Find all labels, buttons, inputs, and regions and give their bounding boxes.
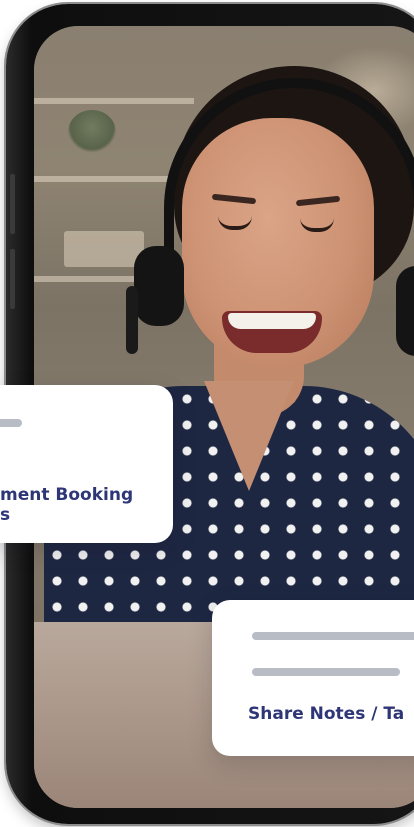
shelf bbox=[34, 98, 194, 104]
share-notes-card: Share Notes / Ta bbox=[212, 600, 414, 756]
share-notes-title: Share Notes / Ta bbox=[248, 704, 405, 724]
headset-microphone bbox=[126, 286, 138, 354]
appointment-booking-card: ment Booking s bbox=[0, 385, 173, 543]
headset-earcup-right bbox=[396, 266, 414, 356]
teeth bbox=[228, 313, 316, 329]
volume-button bbox=[10, 174, 15, 234]
appointment-booking-title: ment Booking bbox=[0, 485, 134, 505]
shelf-boxes bbox=[64, 231, 144, 267]
placeholder-bar bbox=[252, 632, 414, 640]
headset-earcup-left bbox=[134, 246, 184, 326]
placeholder-bar bbox=[252, 668, 400, 676]
placeholder-bar bbox=[0, 419, 22, 427]
appointment-booking-title-line2: s bbox=[0, 505, 11, 525]
plant bbox=[68, 110, 116, 154]
promo-stage: ment Booking s Share Notes / Ta bbox=[0, 0, 414, 827]
volume-button-lower bbox=[10, 249, 15, 309]
smile bbox=[222, 311, 322, 353]
